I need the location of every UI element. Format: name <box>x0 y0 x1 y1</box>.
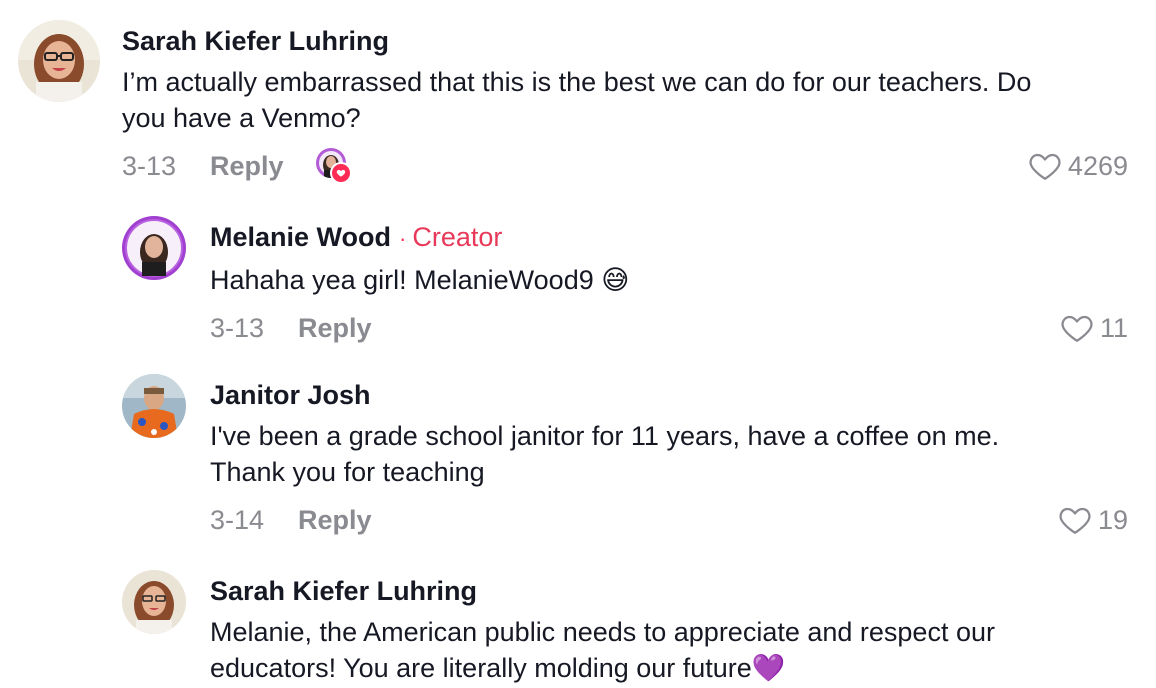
like-count: 11 <box>1099 312 1128 343</box>
avatar[interactable] <box>122 216 186 280</box>
comment-author[interactable]: Sarah Kiefer Luhring <box>210 574 1128 608</box>
reply-button[interactable]: Reply <box>210 151 284 182</box>
author-name[interactable]: Sarah Kiefer Luhring <box>122 24 389 58</box>
like-count: 4269 <box>1067 150 1128 181</box>
like-button[interactable]: 11 <box>1060 308 1128 348</box>
creator-liked-badge <box>315 148 352 184</box>
comment-text: I’m actually embarrassed that this is th… <box>122 67 1032 133</box>
comment-date: 3-13 <box>122 150 177 181</box>
like-count: 19 <box>1097 504 1128 535</box>
heart-outline-icon <box>1029 153 1061 180</box>
heart-icon <box>329 162 352 184</box>
comment-date: 3-14 <box>210 504 265 535</box>
like-button[interactable]: 4269 <box>1028 146 1128 186</box>
like-button[interactable]: 19 <box>1058 500 1128 540</box>
comment-text: Melanie, the American public needs to ap… <box>210 617 995 683</box>
comment-meta: 3-14 Reply 19 <box>210 500 1128 540</box>
author-name[interactable]: Melanie Wood <box>210 220 391 254</box>
avatar[interactable] <box>122 374 186 438</box>
comment-meta: 3-13 Reply 11 <box>210 308 1128 348</box>
avatar[interactable] <box>122 570 186 634</box>
comment-date: 3-13 <box>210 312 265 343</box>
avatar[interactable] <box>18 20 100 102</box>
creator-badge: Creator <box>412 222 503 252</box>
comments-thread: Sarah Kiefer Luhring I’m actually embarr… <box>0 0 1156 688</box>
author-name[interactable]: Janitor Josh <box>210 378 371 412</box>
heart-outline-icon <box>1059 507 1091 534</box>
comment-meta: 3-13 Reply 4269 <box>122 146 1128 186</box>
heart-outline-icon <box>1061 315 1093 342</box>
comment-author[interactable]: Janitor Josh <box>210 378 1128 412</box>
reply-button[interactable]: Reply <box>298 313 372 344</box>
author-name[interactable]: Sarah Kiefer Luhring <box>210 574 477 608</box>
comment-author[interactable]: Sarah Kiefer Luhring <box>122 24 1128 58</box>
reply-button[interactable]: Reply <box>298 505 372 536</box>
comment-author[interactable]: Melanie Wood · Creator <box>210 220 1128 256</box>
creator-separator: · <box>399 226 407 251</box>
comment-text: Hahaha yea girl! MelanieWood9 😅 <box>210 265 630 295</box>
comment-text: I've been a grade school janitor for 11 … <box>210 421 1000 487</box>
